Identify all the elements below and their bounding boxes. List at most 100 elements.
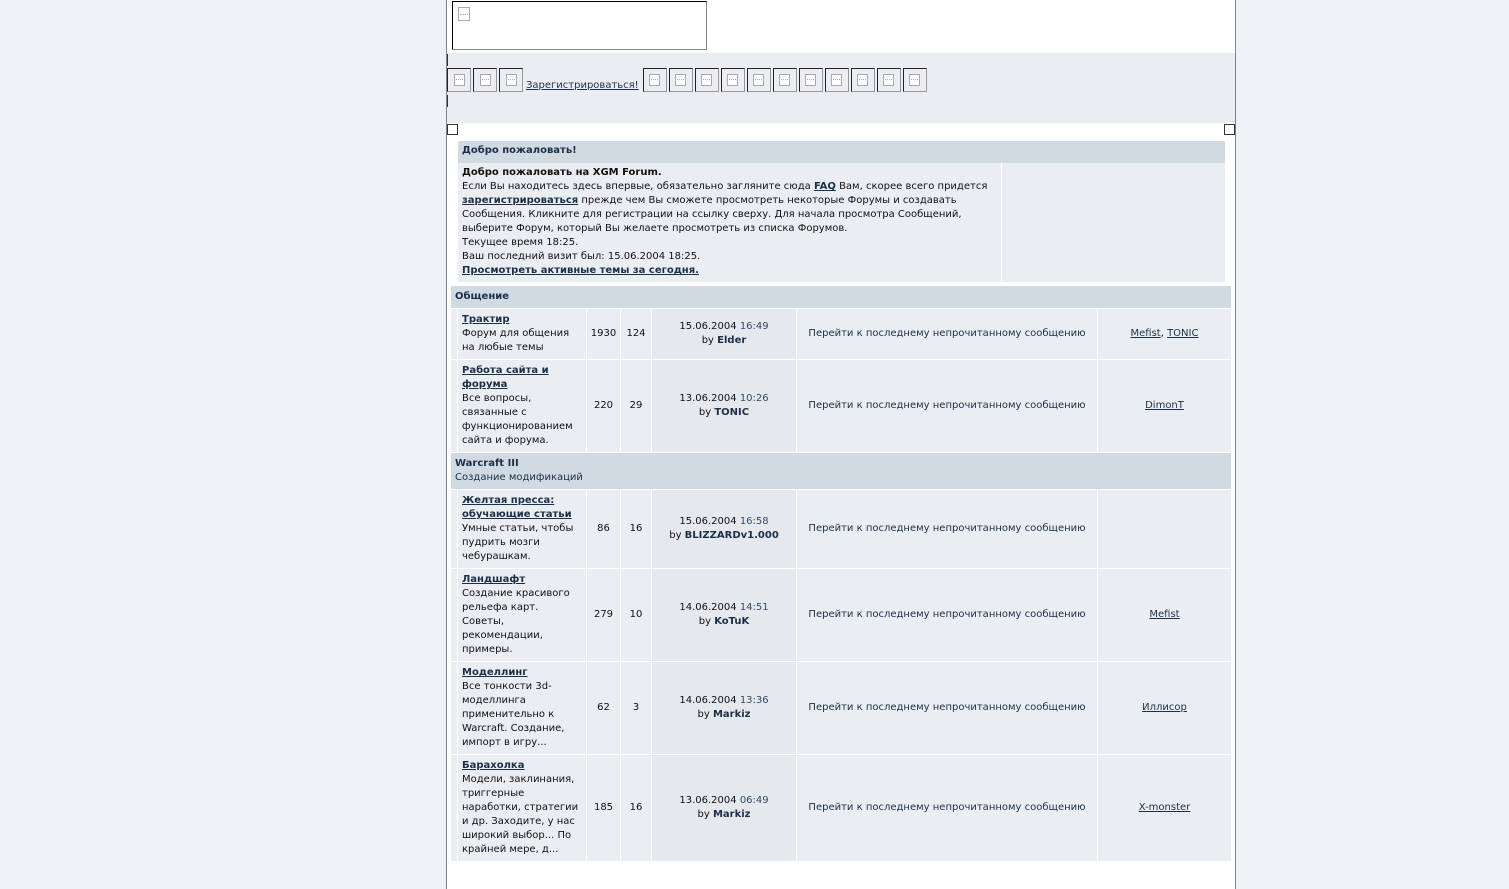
corner-checkbox[interactable] xyxy=(1224,124,1235,135)
nav-image-button[interactable] xyxy=(720,68,745,92)
moderators-cell: Иллисор xyxy=(1097,661,1232,755)
nav-image-button[interactable] xyxy=(668,68,693,92)
forum-name-cell: Желтая пресса: обучающие статьи Умные ста… xyxy=(457,489,587,569)
post-count: 1930 xyxy=(586,308,621,360)
goto-unread-link[interactable]: Перейти к последнему непрочитанному сооб… xyxy=(796,754,1098,862)
register-link[interactable]: Зарегистрироваться! xyxy=(526,80,639,92)
corner-checkbox[interactable] xyxy=(447,124,458,135)
goto-unread-link[interactable]: Перейти к последнему непрочитанному сооб… xyxy=(796,308,1098,360)
last-post-cell: 13.06.2004 06:49 by Markiz xyxy=(651,754,797,862)
post-count: 86 xyxy=(586,489,621,569)
broken-image-icon xyxy=(701,74,713,86)
nav-image-button[interactable] xyxy=(499,68,523,92)
last-post-author[interactable]: KoTuK xyxy=(714,616,749,627)
last-post-date: 15.06.2004 xyxy=(679,516,737,527)
goto-unread-link[interactable]: Перейти к последнему непрочитанному сооб… xyxy=(796,489,1098,569)
forum-row: Желтая пресса: обучающие статьи Умные ста… xyxy=(450,489,1232,569)
broken-image-icon xyxy=(675,74,687,86)
moderator-link[interactable]: DimonT xyxy=(1145,400,1184,411)
goto-unread-link[interactable]: Перейти к последнему непрочитанному сооб… xyxy=(796,568,1098,662)
forum-link[interactable]: Моделлинг xyxy=(462,667,527,678)
register-inline-link[interactable]: зарегистрироваться xyxy=(462,195,578,206)
current-time: Текущее время 18:25. xyxy=(462,237,579,248)
welcome-text: Вам, скорее всего придется xyxy=(835,181,988,192)
nav-image-button[interactable] xyxy=(798,68,823,92)
forum-link[interactable]: Барахолка xyxy=(462,760,524,771)
category-title: Warcraft III xyxy=(455,458,519,469)
broken-image-icon xyxy=(458,7,470,21)
nav-image-button[interactable] xyxy=(824,68,849,92)
forum-name-cell: Ландшафт Создание красивого рельефа карт.… xyxy=(457,568,587,662)
nav-image-button[interactable] xyxy=(642,68,667,92)
goto-unread-link[interactable]: Перейти к последнему непрочитанному сооб… xyxy=(796,359,1098,453)
welcome-header: Добро пожаловать! xyxy=(458,141,1225,163)
nav-image-button[interactable] xyxy=(447,68,471,92)
forum-table: Общение Трактир Форум для общения на любые… xyxy=(450,285,1232,862)
header xyxy=(447,0,1235,53)
moderator-link[interactable]: TONIC xyxy=(1167,328,1198,339)
forum-link[interactable]: Работа сайта и форума xyxy=(462,365,549,390)
active-topics-link[interactable]: Просмотреть активные темы за сегодня. xyxy=(462,265,699,276)
post-count: 279 xyxy=(586,568,621,662)
site-logo[interactable] xyxy=(452,1,707,50)
nav-image-button[interactable] xyxy=(694,68,719,92)
forum-link[interactable]: Желтая пресса: обучающие статьи xyxy=(462,495,572,520)
forum-row: Трактир Форум для общения на любые темы 19… xyxy=(450,308,1232,360)
welcome-title: Добро пожаловать на XGM Forum. xyxy=(462,167,662,178)
last-post-date: 13.06.2004 xyxy=(679,393,737,404)
faq-link[interactable]: FAQ xyxy=(814,181,836,192)
last-post-time: 10:26 xyxy=(739,393,769,404)
last-post-author[interactable]: Elder xyxy=(717,335,746,346)
post-count: 220 xyxy=(586,359,621,453)
last-post-date: 14.06.2004 xyxy=(679,695,737,706)
forum-status-cell xyxy=(450,568,458,662)
nav-image-button[interactable] xyxy=(746,68,771,92)
broken-image-icon xyxy=(779,74,791,86)
moderator-link[interactable]: Mefist xyxy=(1131,328,1161,339)
forum-name-cell: Барахолка Модели, заклинания, триггерные … xyxy=(457,754,587,862)
forum-description: Создание красивого рельефа карт. Советы,… xyxy=(462,588,570,655)
by-label: by xyxy=(697,709,710,720)
broken-image-icon xyxy=(909,74,921,86)
topic-count: 16 xyxy=(620,489,652,569)
nav-image-button[interactable] xyxy=(850,68,875,92)
broken-image-icon xyxy=(883,74,895,86)
category-header[interactable]: Общение xyxy=(450,285,1232,309)
forum-name-cell: Работа сайта и форума Все вопросы, связан… xyxy=(457,359,587,453)
moderator-link[interactable]: Mefist xyxy=(1149,609,1179,620)
welcome-panel: Добро пожаловать! Добро пожаловать на XG… xyxy=(458,141,1225,282)
last-post-author[interactable]: TONIC xyxy=(714,407,749,418)
moderator-link[interactable]: X-monster xyxy=(1139,802,1191,813)
last-post-author[interactable]: Markiz xyxy=(713,709,751,720)
goto-unread-link[interactable]: Перейти к последнему непрочитанному сооб… xyxy=(796,661,1098,755)
forum-link[interactable]: Трактир xyxy=(462,314,509,325)
moderator-link[interactable]: Иллисор xyxy=(1142,702,1187,713)
broken-image-icon xyxy=(479,74,491,86)
nav-buttons: Зарегистрироваться! xyxy=(447,68,929,92)
nav-image-button[interactable] xyxy=(876,68,901,92)
forum-description: Все тонкости 3d-моделлинга применительно… xyxy=(462,681,565,748)
divider xyxy=(447,54,448,66)
category-subtitle: Создание модификаций xyxy=(455,472,583,483)
nav-image-button[interactable] xyxy=(902,68,927,92)
topic-count: 3 xyxy=(620,661,652,755)
last-post-date: 13.06.2004 xyxy=(679,795,737,806)
broken-image-icon xyxy=(505,74,517,86)
by-label: by xyxy=(698,616,712,627)
nav-bar: Зарегистрироваться! xyxy=(447,53,1235,123)
forum-link[interactable]: Ландшафт xyxy=(462,574,525,585)
forum-status-cell xyxy=(450,359,458,453)
broken-image-icon xyxy=(753,74,765,86)
nav-image-button[interactable] xyxy=(473,68,497,92)
forum-name-cell: Моделлинг Все тонкости 3d-моделлинга прим… xyxy=(457,661,587,755)
forum-row: Моделлинг Все тонкости 3d-моделлинга прим… xyxy=(450,661,1232,755)
category-header[interactable]: Warcraft III Создание модификаций xyxy=(450,452,1232,490)
last-post-author[interactable]: BLIZZARDv1.000 xyxy=(685,530,779,541)
last-visit: Ваш последний визит был: 15.06.2004 18:2… xyxy=(462,251,701,262)
category-title: Общение xyxy=(455,291,510,302)
broken-image-icon xyxy=(831,74,843,86)
welcome-side xyxy=(1001,163,1225,282)
nav-image-button[interactable] xyxy=(772,68,797,92)
last-post-cell: 14.06.2004 14:51 by KoTuK xyxy=(651,568,797,662)
last-post-author[interactable]: Markiz xyxy=(713,809,751,820)
